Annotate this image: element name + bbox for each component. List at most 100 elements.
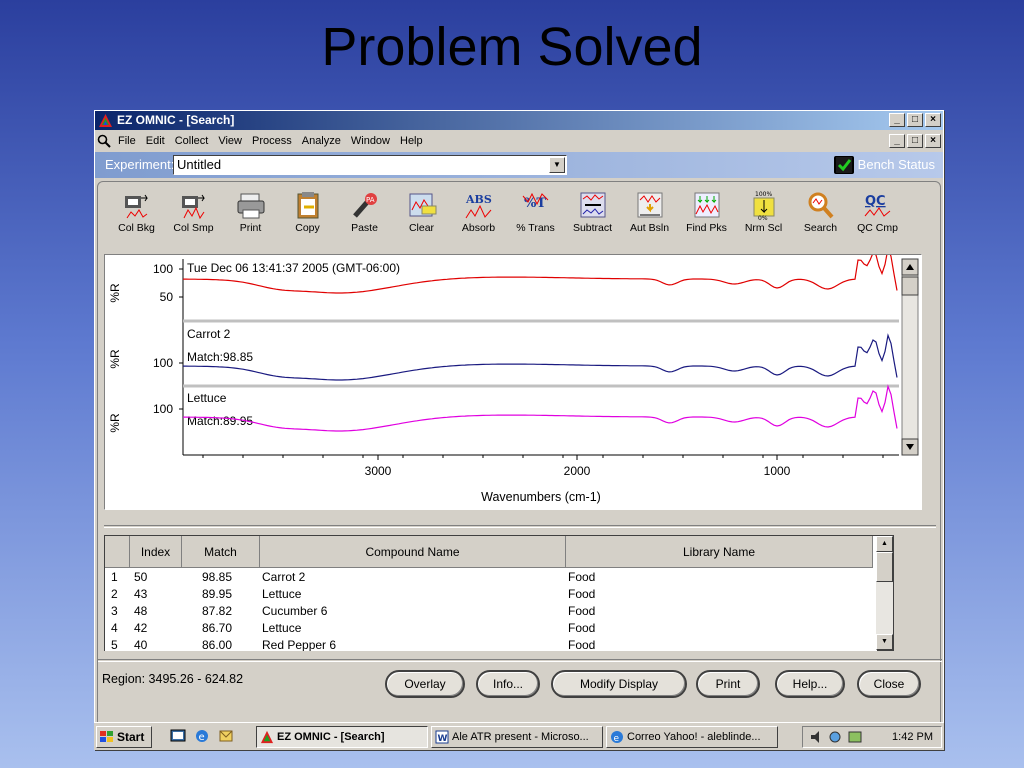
qc-cmp-button[interactable]: QC QC Cmp [849,190,906,242]
col-bkg-button[interactable]: Col Bkg [108,190,165,242]
table-row[interactable]: 3 48 87.82 Cucumber 6 Food [105,603,877,620]
absorbance-icon: ABS [465,193,491,219]
title-bar: EZ OMNIC - [Search] _ □ × [95,111,943,130]
clear-button[interactable]: Clear [393,190,450,242]
nrm-scl-button[interactable]: 100% 0% Nrm Scl [735,190,792,242]
collect-sample-icon [181,194,205,220]
x-tick-label: 3000 [365,464,392,478]
cell-compound-name: Carrot 2 [262,570,306,584]
auto-baseline-icon [637,192,662,218]
task-yahoo-mail[interactable]: e Correo Yahoo! - aleblinde... [606,726,778,748]
svg-text:e: e [614,734,620,744]
chevron-down-icon[interactable]: ▼ [549,157,565,173]
copy-button[interactable]: Copy [279,190,336,242]
print-toolbar-button[interactable]: Print [222,190,279,242]
column-header-match[interactable]: Match [182,536,260,568]
menu-edit[interactable]: Edit [141,131,170,151]
table-row[interactable]: 2 43 89.95 Lettuce Food [105,586,877,603]
maximize-button[interactable]: □ [907,113,923,127]
cell-index: 42 [134,621,148,635]
scroll-thumb[interactable] [876,552,893,582]
trans-button[interactable]: %T % Trans [507,190,564,242]
y-axis-label: %R [108,413,122,433]
table-row[interactable]: 4 42 86.70 Lettuce Food [105,620,877,637]
menu-view[interactable]: View [213,131,247,151]
taskbar: Start e EZ OMNIC - [Search] W Ale ATR pr… [94,722,944,750]
task-label: Correo Yahoo! - aleblinde... [627,731,761,743]
menu-window[interactable]: Window [346,131,395,151]
magnifier-icon[interactable] [97,134,111,148]
scroll-down-icon[interactable]: ▼ [876,634,893,650]
close-dialog-button[interactable]: Close [857,670,921,698]
menu-file[interactable]: File [113,131,141,151]
cell-index: 40 [134,638,148,651]
aut-bsln-button[interactable]: Aut Bsln [621,190,678,242]
col-smp-button[interactable]: Col Smp [165,190,222,242]
search-button[interactable]: Search [792,190,849,242]
row-number: 3 [111,604,118,618]
find-pks-button[interactable]: Find Pks [678,190,735,242]
x-axis-label: Wavenumbers (cm-1) [481,490,601,504]
svg-text:%T: %T [524,196,546,211]
mdi-close-button[interactable]: × [925,134,941,148]
column-header-compound[interactable]: Compound Name [260,536,566,568]
scroll-thumb [901,276,919,296]
omnic-logo-icon [99,114,112,127]
minimize-button[interactable]: _ [889,113,905,127]
toolbar-button-label: Print [239,222,262,234]
svg-text:W: W [438,734,448,744]
menu-help[interactable]: Help [395,131,428,151]
task-ez-omnic[interactable]: EZ OMNIC - [Search] [256,726,428,748]
collect-background-icon [124,194,148,219]
close-button[interactable]: × [925,113,941,127]
cell-compound-name: Lettuce [262,621,302,635]
cell-library-name: Food [568,570,596,584]
task-label: EZ OMNIC - [Search] [277,731,385,743]
internet-explorer-icon[interactable]: e [194,728,210,744]
spectrum-match: Match:98.85 [187,350,253,364]
info-button[interactable]: Info... [476,670,540,698]
column-header-index[interactable]: Index [130,536,182,568]
spectrum-display[interactable]: 3000 2000 1000 Wavenumbers (cm-1) %R 100 50 Tue… [104,246,922,510]
row-number: 2 [111,587,118,601]
checkmark-icon [833,156,854,174]
table-row[interactable]: 1 50 98.85 Carrot 2 Food [105,569,877,586]
help-button[interactable]: Help... [775,670,845,698]
outlook-icon[interactable] [218,728,234,744]
subtract-button[interactable]: Subtract [564,190,621,242]
column-header-library[interactable]: Library Name [566,536,873,568]
menu-process[interactable]: Process [247,131,297,151]
toolbar-button-label: Find Pks [686,222,727,234]
absorb-button[interactable]: ABS Absorb [450,190,507,242]
scroll-up-icon[interactable]: ▲ [876,536,893,552]
start-button[interactable]: Start [96,726,152,748]
menu-analyze[interactable]: Analyze [297,131,346,151]
row-number: 5 [111,638,118,651]
cell-compound-name: Cucumber 6 [262,604,328,618]
toolbar-button-label: Copy [295,222,320,234]
menu-collect[interactable]: Collect [170,131,214,151]
experiment-bar: Experiment: Untitled ▼ Bench Status [95,152,943,178]
bench-status[interactable]: Bench Status [833,156,935,174]
svg-text:0%: 0% [758,215,768,220]
subtract-icon [580,192,605,218]
divider [104,525,936,528]
desktop-icon[interactable] [170,728,186,744]
tray-icons[interactable] [809,730,869,744]
experiment-select[interactable]: Untitled ▼ [173,155,567,175]
table-row[interactable]: 5 40 86.00 Red Pepper 6 Food [105,637,877,651]
modify-display-button[interactable]: Modify Display [551,670,687,698]
spectrum-title: Lettuce [187,391,227,405]
results-rows: 1 50 98.85 Carrot 2 Food 2 43 89.95 Lettuce Food 3… [105,569,877,651]
paste-button[interactable]: PA Paste [336,190,393,242]
toolbar-button-label: Aut Bsln [629,222,670,234]
print-button[interactable]: Print [696,670,760,698]
experiment-value: Untitled [177,157,222,172]
overlay-button[interactable]: Overlay [385,670,465,698]
cell-library-name: Food [568,587,596,601]
mdi-restore-button[interactable]: □ [907,134,923,148]
mdi-minimize-button[interactable]: _ [889,134,905,148]
task-word-document[interactable]: W Ale ATR present - Microso... [431,726,603,748]
results-scrollbar[interactable]: ▲ ▼ [876,536,893,650]
row-number-header [105,536,130,568]
